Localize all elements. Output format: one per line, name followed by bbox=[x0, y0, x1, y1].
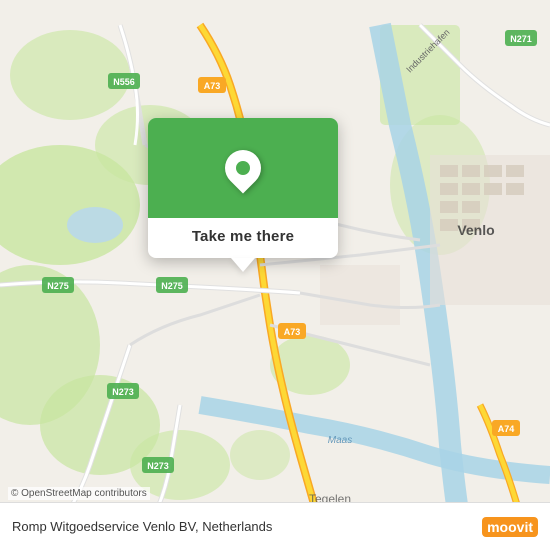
location-pin bbox=[218, 143, 269, 194]
svg-text:N273: N273 bbox=[147, 461, 169, 471]
pin-dot bbox=[236, 161, 250, 175]
svg-text:Venlo: Venlo bbox=[457, 222, 494, 238]
take-me-there-button[interactable]: Take me there bbox=[192, 228, 294, 245]
svg-text:A74: A74 bbox=[498, 424, 515, 434]
svg-text:Maas: Maas bbox=[328, 435, 352, 446]
svg-text:N275: N275 bbox=[47, 281, 69, 291]
svg-text:N271: N271 bbox=[510, 34, 532, 44]
svg-text:N273: N273 bbox=[112, 387, 134, 397]
map-attribution: © OpenStreetMap contributors bbox=[8, 487, 150, 500]
svg-text:N556: N556 bbox=[113, 77, 135, 87]
moovit-logo: moovit bbox=[482, 517, 538, 537]
map-container: A73 A73 A73 A74 N271 N556 N275 N275 N273 bbox=[0, 0, 550, 550]
svg-text:A73: A73 bbox=[284, 327, 301, 337]
svg-text:N275: N275 bbox=[161, 281, 183, 291]
business-name-label: Romp Witgoedservice Venlo BV, Netherland… bbox=[12, 519, 272, 534]
info-bar: Romp Witgoedservice Venlo BV, Netherland… bbox=[0, 502, 550, 550]
moovit-logo-text: moovit bbox=[482, 517, 538, 537]
popup-map-preview bbox=[148, 118, 338, 218]
svg-text:A73: A73 bbox=[204, 81, 221, 91]
popup-action-section: Take me there bbox=[148, 218, 338, 258]
location-popup: Take me there bbox=[148, 118, 338, 258]
map-background: A73 A73 A73 A74 N271 N556 N275 N275 N273 bbox=[0, 0, 550, 550]
